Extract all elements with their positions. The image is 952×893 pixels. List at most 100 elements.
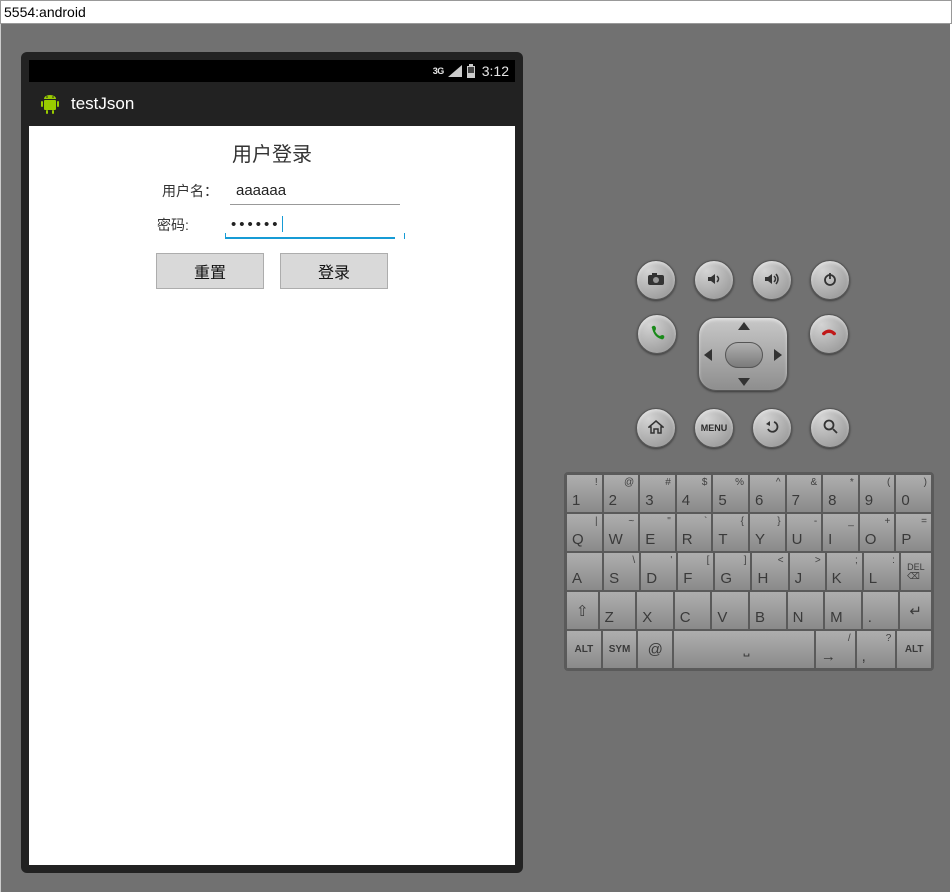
username-input[interactable]	[230, 177, 400, 205]
key-q[interactable]: Q|	[566, 513, 603, 552]
dpad-right[interactable]	[774, 349, 782, 361]
key-d[interactable]: D'	[640, 552, 677, 591]
network-3g-icon: 3G	[433, 66, 444, 76]
key-f[interactable]: F[	[677, 552, 714, 591]
dpad[interactable]	[695, 314, 791, 394]
password-input[interactable]: ••••••	[225, 211, 395, 239]
menu-button[interactable]: MENU	[694, 408, 734, 448]
key-alt-left[interactable]: ALT	[566, 630, 602, 669]
password-label: 密码:	[139, 215, 225, 235]
status-bar: 3G 3:12	[29, 60, 515, 82]
camera-button[interactable]	[636, 260, 676, 300]
action-bar: testJson	[29, 82, 515, 126]
key-j[interactable]: J>	[789, 552, 826, 591]
key-a[interactable]: A	[566, 552, 603, 591]
key-e[interactable]: E"	[639, 513, 676, 552]
key-2[interactable]: 2@	[603, 474, 640, 513]
key-comma[interactable]: ,?	[856, 630, 897, 669]
dpad-down[interactable]	[738, 378, 750, 386]
volume-down-icon	[706, 272, 722, 289]
key-3[interactable]: 3#	[639, 474, 676, 513]
status-time: 3:12	[482, 63, 509, 79]
key-x[interactable]: X	[636, 591, 674, 630]
key-i[interactable]: I_	[822, 513, 859, 552]
dpad-up[interactable]	[738, 322, 750, 330]
key-t[interactable]: T{	[712, 513, 749, 552]
key-9[interactable]: 9(	[859, 474, 896, 513]
key-n[interactable]: N	[787, 591, 825, 630]
device-frame: 3G 3:12	[21, 52, 523, 873]
search-button[interactable]	[810, 408, 850, 448]
back-icon	[764, 420, 780, 437]
space-icon: ⎵	[744, 640, 750, 657]
key-5[interactable]: 5%	[712, 474, 749, 513]
key-0[interactable]: 0)	[895, 474, 932, 513]
home-button[interactable]	[636, 408, 676, 448]
key-o[interactable]: O+	[859, 513, 896, 552]
key-u[interactable]: U-	[786, 513, 823, 552]
dpad-center[interactable]	[725, 342, 763, 368]
key-r[interactable]: R`	[676, 513, 713, 552]
key-l[interactable]: L:	[863, 552, 900, 591]
key-c[interactable]: C	[674, 591, 712, 630]
app-title: testJson	[71, 94, 134, 114]
key-7[interactable]: 7&	[786, 474, 823, 513]
key-b[interactable]: B	[749, 591, 787, 630]
device-screen[interactable]: 3G 3:12	[29, 60, 515, 865]
back-button[interactable]	[752, 408, 792, 448]
key-4[interactable]: 4$	[676, 474, 713, 513]
key-right-slash[interactable]: →/	[815, 630, 856, 669]
key-s[interactable]: S\	[603, 552, 640, 591]
shift-icon: ⇧	[576, 602, 589, 620]
form-heading: 用户登录	[29, 138, 515, 167]
key-y[interactable]: Y}	[749, 513, 786, 552]
key-shift[interactable]: ⇧	[566, 591, 599, 630]
key-m[interactable]: M	[824, 591, 862, 630]
login-button[interactable]: 登录	[280, 253, 388, 289]
key-h[interactable]: H<	[751, 552, 788, 591]
android-app-icon	[39, 91, 61, 117]
signal-icon	[448, 65, 462, 77]
password-value: ••••••	[231, 216, 281, 233]
key-@[interactable]: @	[637, 630, 673, 669]
emulator-area: 3G 3:12	[0, 24, 950, 892]
power-icon	[823, 272, 837, 289]
hardware-keyboard: 1!2@3#4$5%6^7&8*9(0) Q|W~E"R`T{Y}U-I_O+P…	[564, 472, 934, 671]
end-call-button[interactable]	[809, 314, 849, 354]
hardware-buttons: MENU	[636, 246, 850, 462]
key-g[interactable]: G]	[714, 552, 751, 591]
key-v[interactable]: V	[711, 591, 749, 630]
reset-button[interactable]: 重置	[156, 253, 264, 289]
key-1[interactable]: 1!	[566, 474, 603, 513]
key-sym[interactable]: SYM	[602, 630, 638, 669]
delete-icon: DEL⌫	[907, 563, 925, 581]
key-.[interactable]: .	[862, 591, 900, 630]
key-space[interactable]: ⎵	[673, 630, 815, 669]
key-enter[interactable]: ↵	[899, 591, 932, 630]
controls-pane: MENU 1!2@3#4$5%6^7&8*9(0) Q|W~E"R`T{Y}U-…	[546, 24, 950, 892]
volume-up-icon	[763, 272, 781, 289]
key-w[interactable]: W~	[603, 513, 640, 552]
key-delete[interactable]: DEL⌫	[900, 552, 932, 591]
device-pane: 3G 3:12	[1, 24, 546, 892]
key-alt-right[interactable]: ALT	[896, 630, 932, 669]
key-6[interactable]: 6^	[749, 474, 786, 513]
key-p[interactable]: P=	[895, 513, 932, 552]
volume-up-button[interactable]	[752, 260, 792, 300]
username-label: 用户名：	[144, 181, 230, 201]
call-button[interactable]	[637, 314, 677, 354]
app-content: 用户登录 用户名： 密码: •••••• 重置	[29, 126, 515, 865]
phone-end-icon	[820, 326, 838, 342]
text-cursor	[282, 216, 283, 232]
battery-icon	[466, 64, 476, 78]
key-8[interactable]: 8*	[822, 474, 859, 513]
volume-down-button[interactable]	[694, 260, 734, 300]
power-button[interactable]	[810, 260, 850, 300]
camera-icon	[647, 272, 665, 289]
dpad-left[interactable]	[704, 349, 712, 361]
window-title: 5554:android	[0, 0, 952, 24]
key-z[interactable]: Z	[599, 591, 637, 630]
enter-icon: ↵	[909, 602, 922, 620]
phone-call-icon	[649, 325, 665, 344]
key-k[interactable]: K;	[826, 552, 863, 591]
